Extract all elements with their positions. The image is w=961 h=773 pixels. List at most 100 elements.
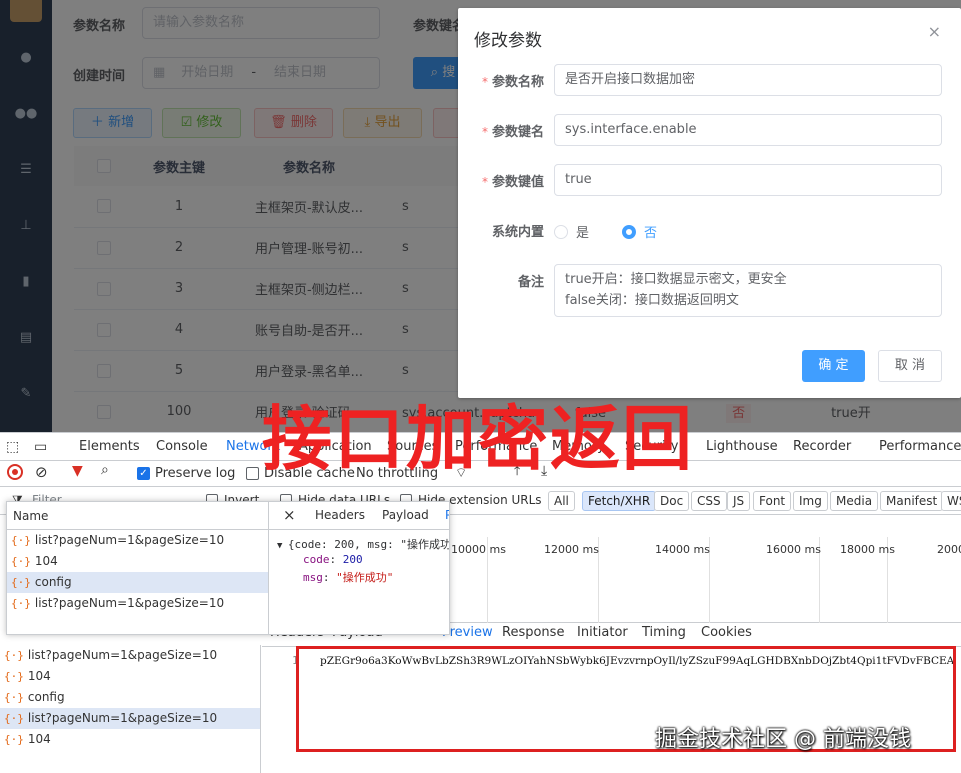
json-key: msg xyxy=(303,571,323,584)
request-popup-panel: Name {·} list?pageNum=1&pageSize=10 {·} 10… xyxy=(6,501,450,635)
radio-icon xyxy=(554,225,568,239)
list-item[interactable]: {·} list?pageNum=1&pageSize=10 xyxy=(0,645,260,666)
filter-icon[interactable]: ▼ xyxy=(72,463,83,479)
field-name: * 参数名称 是否开启接口数据加密 xyxy=(458,64,961,96)
tab-console[interactable]: Console xyxy=(156,439,208,454)
field-value: * 参数键值 true xyxy=(458,164,961,196)
field-builtin: 系统内置 是 否 xyxy=(458,214,961,246)
preserve-log-checkbox[interactable]: ✓ xyxy=(137,467,150,480)
chip-css[interactable]: CSS xyxy=(691,491,727,511)
timeline-tick: 2000 xyxy=(937,543,961,556)
json-value: "操作成功" xyxy=(336,571,394,584)
list-item[interactable]: {·} 104 xyxy=(0,666,260,687)
remark-textarea[interactable]: true开启：接口数据显示密文，更安全 false关闭：接口数据返回明文 xyxy=(554,264,942,317)
request-name: 104 xyxy=(27,732,51,746)
annotation-text: 接口加密返回 xyxy=(262,398,694,480)
tab-cookies[interactable]: Cookies xyxy=(701,625,752,640)
chip-manifest[interactable]: Manifest xyxy=(880,491,944,511)
name-column-header: Name xyxy=(7,502,268,530)
radio-checked-icon xyxy=(622,225,636,239)
list-item[interactable]: {·} 104 xyxy=(7,551,268,572)
chip-media[interactable]: Media xyxy=(830,491,879,511)
app-window: ● ●● ☰ ⊥ ▮ ▤ ✎ 参数名称 请输入参数名称 参数键名 创建时间 ▦开… xyxy=(0,0,961,432)
timeline-tick: 12000 ms xyxy=(544,543,599,556)
param-value-input[interactable]: true xyxy=(554,164,942,196)
cancel-button[interactable]: 取 消 xyxy=(878,350,942,382)
request-name: 104 xyxy=(34,554,58,568)
builtin-no-label: 否 xyxy=(644,226,658,241)
request-name: config xyxy=(27,690,65,704)
request-name: config xyxy=(34,575,72,589)
timeline-tick: 18000 ms xyxy=(840,543,895,556)
popup-detail: × Headers Payload P ▼ {code: 200, msg: "… xyxy=(269,502,450,634)
confirm-button[interactable]: 确 定 xyxy=(802,350,865,382)
watermark: 掘金技术社区 @ 前端没钱 xyxy=(655,727,911,752)
timeline-tick: 10000 ms xyxy=(451,543,506,556)
request-name: list?pageNum=1&pageSize=10 xyxy=(27,711,218,725)
chip-ws[interactable]: WS xyxy=(941,491,961,511)
field-remark-label: 备注 xyxy=(517,275,544,290)
remark-line: false关闭：接口数据返回明文 xyxy=(565,293,739,308)
list-item[interactable]: {·} config xyxy=(7,572,268,593)
clear-icon[interactable]: ⊘ xyxy=(35,463,48,481)
list-item[interactable]: {·} list?pageNum=1&pageSize=10 xyxy=(7,593,268,614)
json-value: 200 xyxy=(342,553,363,566)
field-value-label: * 参数键值 xyxy=(481,175,544,190)
json-summary-text: {code: 200, msg: "操作成功"} xyxy=(287,538,450,551)
tab-recorder[interactable]: Recorder xyxy=(793,439,851,454)
close-icon[interactable]: × xyxy=(928,22,941,41)
chip-all[interactable]: All xyxy=(548,491,575,511)
remark-line: true开启：接口数据显示密文，更安全 xyxy=(565,272,787,287)
tab-initiator[interactable]: Initiator xyxy=(577,625,628,640)
inspect-icon[interactable]: ⬚ xyxy=(6,439,19,455)
tab-preview[interactable]: P xyxy=(445,508,449,522)
timeline-tick: 16000 ms xyxy=(766,543,821,556)
list-item[interactable]: {·} config xyxy=(0,687,260,708)
tab-headers[interactable]: Headers xyxy=(315,508,365,522)
tab-payload[interactable]: Payload xyxy=(382,508,429,522)
value-label-text: 参数键值 xyxy=(491,175,544,190)
json-summary[interactable]: ▼ {code: 200, msg: "操作成功"} xyxy=(277,536,450,552)
name-label-text: 参数名称 xyxy=(491,75,544,90)
request-list: {·} list?pageNum=1&pageSize=10 {·} 104 {·}… xyxy=(0,645,261,773)
list-item[interactable]: {·} list?pageNum=1&pageSize=10 xyxy=(7,530,268,551)
request-name: list?pageNum=1&pageSize=10 xyxy=(27,648,218,662)
tab-elements[interactable]: Elements xyxy=(79,439,140,454)
field-key: * 参数键名 sys.interface.enable xyxy=(458,114,961,146)
network-timeline: 10000 ms 12000 ms 14000 ms 16000 ms 1800… xyxy=(449,515,961,623)
chip-img[interactable]: Img xyxy=(793,491,828,511)
disable-cache-checkbox[interactable] xyxy=(246,467,259,480)
builtin-yes-label: 是 xyxy=(576,226,590,241)
json-key: code xyxy=(303,553,330,566)
field-builtin-label: 系统内置 xyxy=(491,225,544,240)
chip-fetch-xhr[interactable]: Fetch/XHR xyxy=(582,491,657,511)
request-name: 104 xyxy=(27,669,51,683)
chip-js[interactable]: JS xyxy=(727,491,751,511)
param-name-input[interactable]: 是否开启接口数据加密 xyxy=(554,64,942,96)
list-item[interactable]: {·} 104 xyxy=(0,729,260,750)
param-key-input[interactable]: sys.interface.enable xyxy=(554,114,942,146)
preserve-log-label: Preserve log xyxy=(155,466,236,481)
field-key-label: * 参数键名 xyxy=(481,125,544,140)
tab-performance-insights[interactable]: Performance in xyxy=(879,439,961,454)
record-icon[interactable] xyxy=(7,464,23,480)
field-name-label: * 参数名称 xyxy=(481,75,544,90)
json-msg-line: msg: "操作成功" xyxy=(303,571,394,584)
device-toolbar-icon[interactable]: ▭ xyxy=(34,439,47,455)
tab-response[interactable]: Response xyxy=(502,625,564,640)
chip-font[interactable]: Font xyxy=(753,491,792,511)
request-name: list?pageNum=1&pageSize=10 xyxy=(34,596,225,610)
chip-doc[interactable]: Doc xyxy=(654,491,690,511)
builtin-no-radio[interactable]: 否 xyxy=(622,222,657,241)
tab-lighthouse[interactable]: Lighthouse xyxy=(706,439,778,454)
key-label-text: 参数键名 xyxy=(491,125,544,140)
popup-detail-tabs: × Headers Payload P xyxy=(269,502,449,530)
close-icon[interactable]: × xyxy=(283,506,296,524)
dialog-title: 修改参数 xyxy=(474,31,542,51)
search-icon[interactable]: ⌕ xyxy=(101,462,109,478)
builtin-yes-radio[interactable]: 是 xyxy=(554,222,589,241)
popup-request-list: Name {·} list?pageNum=1&pageSize=10 {·} 10… xyxy=(7,502,269,634)
tab-timing[interactable]: Timing xyxy=(642,625,686,640)
edit-param-dialog: 修改参数 × * 参数名称 是否开启接口数据加密 * 参数键名 sys.interf… xyxy=(458,8,961,398)
list-item[interactable]: {·} list?pageNum=1&pageSize=10 xyxy=(0,708,260,729)
